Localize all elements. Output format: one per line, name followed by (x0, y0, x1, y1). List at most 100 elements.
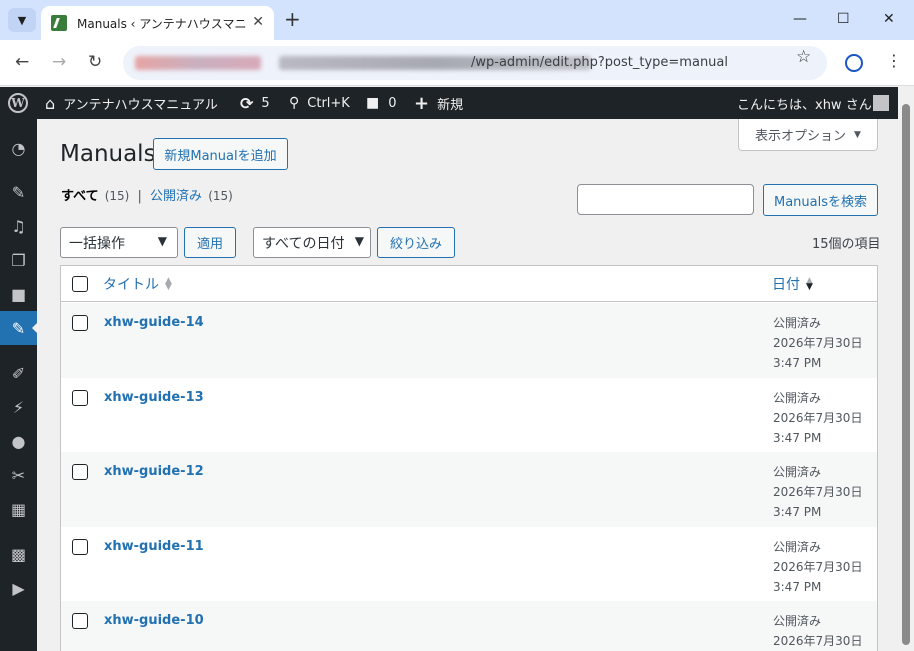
site-name-label: アンテナハウスマニュアル (63, 97, 218, 113)
tab-search-button[interactable]: ▼ (8, 8, 36, 32)
menu-pages[interactable]: ❐ (0, 243, 37, 277)
menu-posts[interactable]: ✎ (0, 175, 37, 209)
comment-icon: ■ (10, 284, 27, 304)
wrench-icon: ✂ (11, 465, 26, 485)
chevron-down-icon: ▼ (157, 234, 167, 248)
back-arrow-icon[interactable]: ← (15, 52, 29, 72)
browser-menu-icon[interactable]: ⋮ (886, 51, 902, 70)
new-content-label: 新規 (437, 97, 464, 113)
plugin-icon: ⚡ (12, 397, 25, 417)
column-date-header[interactable]: 日付 ▲ ▼ (772, 266, 813, 302)
date-filter-select[interactable]: すべての日付 ▼ (253, 227, 371, 258)
row-date-date: 2026年7月30日 (773, 559, 863, 574)
table-row: xhw-guide-12 公開済み 2026年7月30日 3:47 PM (61, 452, 877, 527)
row-date-date: 2026年7月30日 (773, 410, 863, 425)
url-path: /wp-admin/edit.php?post_type=manual (471, 55, 728, 70)
row-date: 公開済み2026年7月30日3:47 PM (773, 611, 862, 651)
row-date-status: 公開済み (773, 465, 822, 479)
row-date-date: 2026年7月30日 (773, 336, 863, 350)
menu-tools[interactable]: ✂ (0, 458, 37, 492)
admin-bar-comments[interactable]: ■ 0 (366, 87, 397, 119)
row-date: 公開済み2026年7月30日3:47 PM (773, 313, 862, 373)
row-checkbox[interactable] (72, 464, 88, 480)
updates-count: 5 (261, 95, 270, 111)
admin-bar-updates[interactable]: ⟳ 5 (240, 87, 270, 119)
address-bar[interactable]: /wp-admin/edit.php?post_type=manual (123, 46, 827, 80)
bulk-action-value: 一括操作 (69, 235, 125, 252)
row-date-status: 公開済み (773, 390, 822, 405)
blurred-site-info (135, 56, 261, 70)
pin-icon: ✎ (11, 182, 26, 202)
window-maximize-button[interactable]: ☐ (837, 10, 850, 28)
filter-all-link[interactable]: すべて (61, 189, 99, 204)
tab-title: Manuals ‹ アンテナハウスマニュアル (77, 16, 247, 31)
bookmark-star-icon[interactable]: ☆ (796, 47, 811, 67)
select-all-checkbox[interactable] (72, 276, 88, 292)
window-close-button[interactable]: ✕ (883, 10, 895, 28)
row-title-link[interactable]: xhw-guide-10 (104, 613, 204, 628)
column-title-header[interactable]: タイトル ▲ ▼ (103, 266, 172, 302)
menu-play[interactable]: ▶ (0, 571, 37, 605)
column-date-label: 日付 (772, 277, 800, 293)
menu-qr-code[interactable]: ▩ (0, 537, 37, 571)
browser-tab-active[interactable]: Manuals ‹ アンテナハウスマニュアル ✕ (41, 6, 274, 40)
row-checkbox[interactable] (72, 315, 88, 331)
row-date-time: 3:47 PM (773, 430, 822, 445)
chevron-down-icon: ▼ (354, 234, 364, 248)
admin-bar-account[interactable]: こんにちは、xhw さん (737, 87, 872, 119)
row-date-date: 2026年7月30日 (773, 485, 863, 499)
sort-icon: ▲ ▼ (165, 276, 172, 292)
search-input[interactable] (577, 184, 754, 215)
row-title-link[interactable]: xhw-guide-12 (104, 464, 204, 479)
row-checkbox[interactable] (72, 389, 88, 406)
filter-published-link[interactable]: 公開済み (150, 189, 202, 204)
posts-table: タイトル ▲ ▼ 日付 ▲ ▼ xhw-guide-14 公開済み 2026年7月30日… (60, 265, 878, 651)
wordpress-logo-icon[interactable]: W (8, 93, 28, 113)
main-content: 表示オプション ▼ Manuals 新規Manualを追加 すべて (15) |… (37, 119, 898, 651)
profile-icon[interactable] (845, 54, 863, 72)
table-row: xhw-guide-10 公開済み2026年7月30日3:47 PM (61, 601, 877, 651)
menu-plugins[interactable]: ⚡ (0, 390, 37, 424)
tab-close-icon[interactable]: ✕ (252, 15, 264, 29)
wp-admin-menu: ◔ ✎ ♫ ❐ ■ ✎ ✐ ⚡ ● ✂ ▦ ▩ ▶ (0, 119, 38, 651)
new-tab-button[interactable]: + (284, 8, 301, 30)
menu-appearance[interactable]: ✐ (0, 356, 37, 390)
menu-dashboard[interactable]: ◔ (0, 131, 37, 165)
apply-button[interactable]: 適用 (184, 227, 236, 258)
admin-bar-new[interactable]: + 新規 (414, 87, 463, 119)
row-title-link[interactable]: xhw-guide-14 (104, 315, 204, 330)
plus-icon: + (414, 92, 430, 114)
menu-users[interactable]: ● (0, 424, 37, 458)
search-manuals-button[interactable]: Manualsを検索 (763, 184, 878, 216)
filter-button[interactable]: 絞り込み (377, 227, 455, 258)
row-title-link[interactable]: xhw-guide-11 (104, 539, 204, 554)
add-new-manual-button[interactable]: 新規Manualを追加 (153, 138, 288, 170)
screen-options-button[interactable]: 表示オプション ▼ (738, 119, 878, 151)
menu-media[interactable]: ♫ (0, 209, 37, 243)
menu-manuals[interactable]: ✎ (0, 311, 38, 345)
scrollbar-thumb[interactable] (902, 104, 910, 645)
window-minimize-button[interactable]: — (793, 10, 807, 28)
bulk-action-select[interactable]: 一括操作 ▼ (60, 227, 178, 258)
reload-icon[interactable]: ↻ (88, 52, 102, 72)
avatar[interactable] (873, 95, 889, 111)
menu-settings[interactable]: ▦ (0, 492, 37, 526)
comment-icon: ■ (366, 95, 380, 111)
user-icon: ● (11, 431, 26, 451)
search-icon: ⚲ (289, 95, 300, 111)
page-title: Manuals (60, 141, 156, 167)
pin-icon: ✎ (11, 318, 26, 338)
browser-tab-bar: ▼ Manuals ‹ アンテナハウスマニュアル ✕ + — ☐ ✕ (0, 0, 914, 40)
menu-comments[interactable]: ■ (0, 277, 37, 311)
forward-arrow-icon[interactable]: → (52, 52, 66, 72)
table-row: xhw-guide-14 公開済み 2026年7月30日 3:47 PM (61, 303, 877, 378)
brush-icon: ✐ (11, 363, 26, 383)
media-icon: ♫ (11, 216, 26, 236)
updates-icon: ⟳ (240, 93, 254, 113)
row-title-link[interactable]: xhw-guide-13 (104, 390, 204, 405)
admin-bar-site-name[interactable]: ⌂ アンテナハウスマニュアル (45, 87, 218, 119)
admin-bar-search[interactable]: ⚲ Ctrl+K (289, 87, 350, 119)
row-checkbox[interactable] (72, 538, 88, 555)
table-row: xhw-guide-13 公開済み 2026年7月30日 3:47 PM (61, 378, 877, 453)
row-checkbox[interactable] (72, 613, 88, 629)
